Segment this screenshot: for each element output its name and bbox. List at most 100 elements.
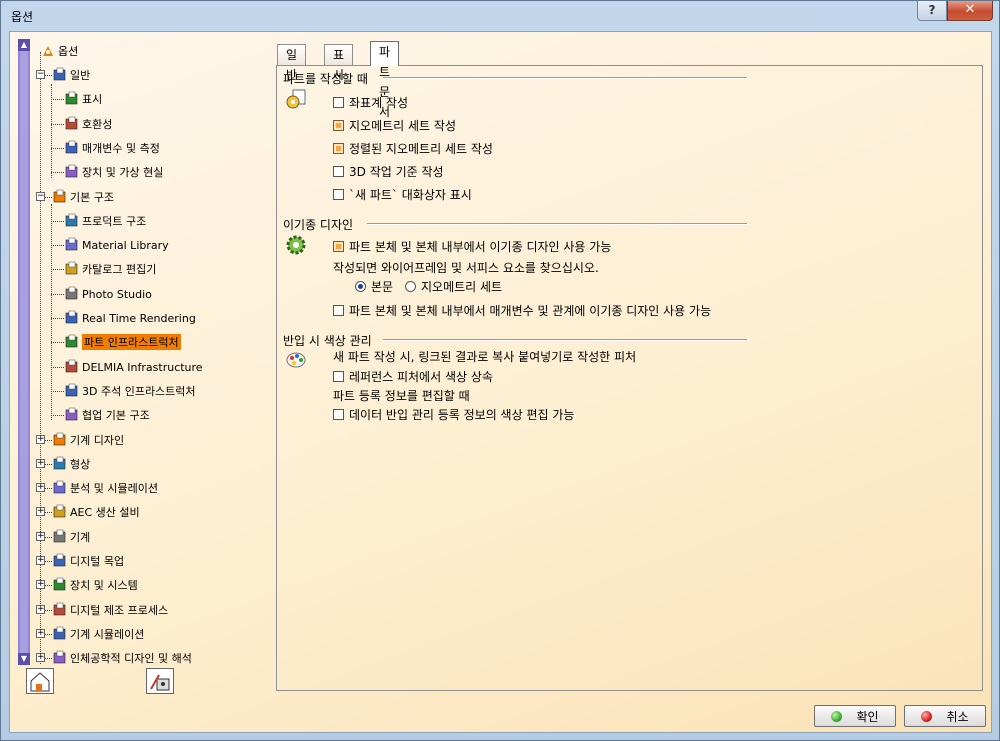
hybrid-note-text: 작성되면 와이어프레임 및 서피스 요소를 찾으십시오. [333, 261, 599, 275]
checkbox[interactable] [333, 371, 344, 382]
tree-expander-icon[interactable]: − [36, 192, 45, 201]
tree-node[interactable]: Material Library [64, 236, 169, 254]
tree-node[interactable]: 협업 기본 구조 [64, 406, 150, 424]
tree-expander-icon[interactable]: + [36, 507, 45, 516]
cancel-button[interactable]: 취소 [904, 705, 986, 727]
tree-node[interactable]: 일반 [52, 66, 90, 84]
tree-expander-icon[interactable]: + [36, 629, 45, 638]
checkbox[interactable] [333, 166, 344, 177]
tree-node[interactable]: 분석 및 시뮬레이션 [52, 479, 158, 497]
color-text-2-label: 파트 등록 정보를 편집할 때 [333, 389, 470, 403]
tree-node[interactable]: 매개변수 및 측정 [64, 139, 160, 157]
edit-color-checkbox-row[interactable]: 데이터 반입 관리 등록 정보의 색상 편집 가능 [333, 406, 574, 423]
tab-part-document[interactable]: 파트 문서 [370, 41, 400, 119]
tree-node[interactable]: 호환성 [64, 115, 112, 133]
radio-body[interactable] [355, 281, 366, 292]
tab-display[interactable]: 표시 [324, 44, 354, 82]
options-dialog: 옵션 ? ✕ ▲ ▼ 옵션 − 일반 표시 호환성 매개변수 및 측정 장치 및 가상 현… [0, 0, 1000, 741]
tree-node[interactable]: 디지털 제조 프로세스 [52, 601, 168, 619]
tree-node[interactable]: Photo Studio [64, 285, 152, 303]
tree-node-label: 디지털 제조 프로세스 [70, 604, 169, 617]
radio-geoset[interactable] [405, 281, 416, 292]
show-new-part-dialog-checkbox-row[interactable]: `새 파트` 대화상자 표시 [333, 186, 472, 203]
tree-node[interactable]: 표시 [64, 90, 102, 108]
hybrid-gear-icon [285, 234, 307, 256]
tree-node[interactable]: 인체공학적 디자인 및 해석 [52, 649, 192, 667]
tree-node-label: Real Time Rendering [82, 311, 196, 325]
tree-expander-icon[interactable]: + [36, 459, 45, 468]
tree-node-icon [64, 237, 80, 253]
tree-home-icon[interactable] [26, 668, 54, 694]
tree-node[interactable]: AEC 생산 설비 [52, 503, 140, 521]
tree-node-label: 일반 [70, 69, 91, 82]
help-button[interactable]: ? [917, 1, 947, 21]
tree-node-icon [64, 310, 80, 326]
scroll-track[interactable] [20, 51, 28, 653]
tree-node-icon [52, 577, 68, 593]
tree-node-icon [52, 602, 68, 618]
color-text-1: 새 파트 작성 시, 링크된 결과로 복사 붙여넣기로 작성한 피처 [333, 348, 636, 365]
tree-node[interactable]: 카탈로그 편집기 [64, 260, 156, 278]
tree-node[interactable]: 장치 및 가상 현실 [64, 163, 163, 181]
hybrid-params-checkbox-row[interactable]: 파트 본체 및 본체 내부에서 매개변수 및 관계에 이기종 디자인 사용 가능 [333, 302, 711, 319]
tree-node[interactable]: 기계 [52, 528, 90, 546]
tree-node-icon [52, 553, 68, 569]
tree-expander-icon[interactable]: + [36, 556, 45, 565]
tree-node-label: AEC 생산 설비 [70, 506, 140, 519]
tab-general[interactable]: 일반 [277, 44, 307, 82]
tree-lock-icon[interactable] [146, 668, 174, 694]
tree-expander-icon[interactable]: + [36, 435, 45, 444]
tree-expander-icon[interactable]: + [36, 653, 45, 662]
inherit-color-checkbox-row[interactable]: 레퍼런스 피처에서 색상 상속 [333, 368, 493, 385]
tree-expander-icon[interactable]: − [36, 70, 45, 79]
tree-expander-icon[interactable]: + [36, 580, 45, 589]
radio-body-row[interactable]: 본문 [355, 278, 393, 295]
checkbox[interactable] [333, 305, 344, 316]
tree-expander-icon[interactable]: + [36, 532, 45, 541]
hybrid-design-checkbox-row[interactable]: 파트 본체 및 본체 내부에서 이기종 디자인 사용 가능 [333, 238, 611, 255]
checkbox[interactable] [333, 241, 344, 252]
checkbox[interactable] [333, 189, 344, 200]
tree-node-icon [52, 456, 68, 472]
tree-scrollbar[interactable]: ▲ ▼ [18, 39, 30, 665]
tree-node[interactable]: 디지털 목업 [52, 552, 124, 570]
create-3d-workplane-checkbox-row[interactable]: 3D 작업 기준 작성 [333, 163, 444, 180]
checkbox[interactable] [333, 120, 344, 131]
ok-dot-icon [831, 710, 843, 722]
tree-node[interactable]: 3D 주석 인프라스트럭처 [64, 382, 196, 400]
tree-node-label: 3D 주석 인프라스트럭처 [82, 385, 196, 398]
tree-node[interactable]: 형상 [52, 455, 90, 473]
checkbox[interactable] [333, 409, 344, 420]
scroll-down-arrow-icon[interactable]: ▼ [18, 653, 30, 665]
tree-node[interactable]: 장치 및 시스템 [52, 576, 138, 594]
create-axis-checkbox-row[interactable]: 좌표계 작성 [333, 94, 408, 111]
tree-node[interactable]: DELMIA Infrastructure [64, 358, 203, 376]
tree-node-label: 기계 [70, 531, 91, 544]
tree-node[interactable]: 기계 디자인 [52, 431, 124, 449]
create-3d-workplane-label: 3D 작업 기준 작성 [349, 165, 444, 179]
tree-expander-icon[interactable]: + [36, 483, 45, 492]
tree-node-label: 매개변수 및 측정 [82, 142, 160, 155]
checkbox[interactable] [333, 143, 344, 154]
tree-root[interactable]: 옵션 [40, 42, 78, 60]
tree-node[interactable]: 프로덕트 구조 [64, 212, 146, 230]
radio-geoset-row[interactable]: 지오메트리 세트 [405, 278, 502, 295]
tree-expander-icon[interactable]: + [36, 605, 45, 614]
tree-node[interactable]: 기본 구조 [52, 188, 114, 206]
scroll-up-arrow-icon[interactable]: ▲ [18, 39, 30, 51]
tree-root-label: 옵션 [58, 45, 79, 58]
create-ordered-geoset-checkbox-row[interactable]: 정렬된 지오메트리 세트 작성 [333, 140, 493, 157]
tree-node-icon [64, 116, 80, 132]
tree-node[interactable]: 기계 시뮬레이션 [52, 625, 144, 643]
cancel-dot-icon [921, 710, 933, 722]
radio-body-label: 본문 [371, 280, 394, 294]
create-geoset-checkbox-row[interactable]: 지오메트리 세트 작성 [333, 117, 456, 134]
tree-node[interactable]: Real Time Rendering [64, 309, 196, 327]
ok-button[interactable]: 확인 [814, 705, 896, 727]
close-button[interactable]: ✕ [947, 1, 993, 21]
tree-node-label: 기본 구조 [70, 191, 114, 204]
tree-node-icon [52, 504, 68, 520]
tree-node[interactable]: 파트 인프라스트럭처 [64, 333, 181, 351]
checkbox[interactable] [333, 97, 344, 108]
tree-node-label: 파트 인프라스트럭처 [82, 334, 181, 350]
